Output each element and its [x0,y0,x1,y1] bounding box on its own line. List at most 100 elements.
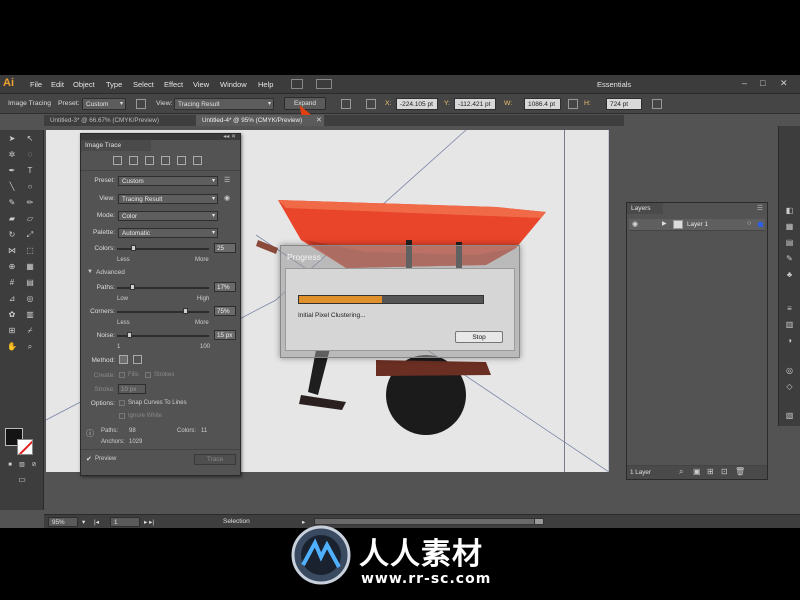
line-tool-icon[interactable]: ╲ [6,182,18,192]
stop-button[interactable]: Stop [455,331,503,343]
shape-builder-tool-icon[interactable]: ⊕ [6,262,18,272]
scrollbar-thumb[interactable] [534,518,544,525]
column-graph-tool-icon[interactable]: ▥ [24,310,36,320]
image-trace-panel-icon[interactable] [136,99,146,109]
colors-value-field[interactable]: 25 [214,243,236,253]
perspective-grid-tool-icon[interactable]: ▦ [24,262,36,272]
align-icon[interactable] [341,99,351,109]
scale-tool-icon[interactable]: ⤢ [24,230,36,240]
auto-color-preset-icon[interactable] [113,156,122,165]
tp-mode-select[interactable]: Color ▾ [118,211,218,221]
color-guide-icon[interactable]: ▦ [784,222,795,232]
status-mode-label[interactable]: Selection [223,518,250,525]
zoom-tool-icon[interactable]: ⌕ [24,342,36,352]
menu-object[interactable]: Object [73,80,95,89]
noise-value-field[interactable]: 15 px [214,330,236,340]
symbols-icon[interactable]: ♣ [784,270,795,280]
advanced-label[interactable]: Advanced [96,269,125,276]
brushes-icon[interactable]: ✎ [784,254,795,264]
color-mode-icon[interactable]: ■ [4,460,16,470]
zoom-dropdown-icon[interactable]: ▾ [82,518,85,526]
none-mode-icon[interactable]: ⊘ [28,460,40,470]
pencil-tool-icon[interactable]: ✏ [24,198,36,208]
preview-check-icon[interactable]: ✔ [86,455,92,463]
maximize-icon[interactable]: □ [760,78,765,88]
slice-tool-icon[interactable]: ⌿ [24,326,36,336]
layers-dock-icon[interactable]: ▧ [784,411,795,421]
clipping-mask-icon[interactable]: ▣ [693,467,701,476]
next-artboard-icon[interactable]: ▸ ▸| [144,518,154,526]
corners-slider-track[interactable] [117,311,209,313]
fills-checkbox[interactable] [119,372,125,378]
outline-preset-icon[interactable] [193,156,202,165]
transform-icon[interactable] [652,99,662,109]
noise-slider-thumb[interactable] [126,332,132,338]
view-select[interactable]: Tracing Result ▾ [174,98,274,110]
graphic-styles-icon[interactable]: ◇ [784,382,795,392]
minimize-icon[interactable]: – [742,78,747,88]
y-field[interactable]: -112.421 pt [454,98,496,110]
high-color-preset-icon[interactable] [129,156,138,165]
width-tool-icon[interactable]: ⋈ [6,246,18,256]
arrange-documents-icon[interactable] [316,79,332,89]
paths-slider-thumb[interactable] [129,284,135,290]
eraser-tool-icon[interactable]: ▱ [24,214,36,224]
appearance-icon[interactable]: ◎ [784,366,795,376]
expand-layer-icon[interactable]: ▶ [662,220,667,227]
symbol-sprayer-tool-icon[interactable]: ✿ [6,310,18,320]
visibility-eye-icon[interactable]: ◉ [632,220,638,228]
swatches-icon[interactable]: ▤ [784,238,795,248]
menu-type[interactable]: Type [106,80,122,89]
low-color-preset-icon[interactable] [145,156,154,165]
bridge-icon[interactable] [291,79,303,89]
artboard-tool-icon[interactable]: ⊞ [6,326,18,336]
colors-slider-thumb[interactable] [130,245,136,251]
advanced-toggle-icon[interactable]: ▼ [87,269,93,275]
paths-value-field[interactable]: 17% [214,282,236,292]
eye-icon[interactable]: ◉ [224,194,230,202]
pen-tool-icon[interactable]: ✒ [6,166,18,176]
preset-menu-icon[interactable]: ☰ [224,176,230,184]
magic-wand-tool-icon[interactable]: ✲ [6,150,18,160]
layer-row[interactable]: ◉ ▶ Layer 1 ○ [629,219,765,231]
color-panel-icon[interactable]: ◧ [784,206,795,216]
direct-selection-tool-icon[interactable]: ↖ [24,134,36,144]
gradient-panel-icon[interactable]: ▥ [784,320,795,330]
close-tab-icon[interactable]: ✕ [316,116,322,124]
height-field[interactable]: 724 pt [606,98,642,110]
ellipse-tool-icon[interactable]: ○ [24,182,36,192]
stroke-panel-icon[interactable]: ≡ [784,304,795,314]
free-transform-tool-icon[interactable]: ⬚ [24,246,36,256]
screen-mode-icon[interactable]: ▭ [16,475,28,485]
layers-title[interactable]: Layers [627,203,663,214]
strokes-checkbox[interactable] [145,372,151,378]
artboard-number-field[interactable]: 1 [110,517,140,527]
blend-tool-icon[interactable]: ◎ [24,294,36,304]
x-field[interactable]: -224.105 pt [396,98,438,110]
selection-tool-icon[interactable]: ➤ [6,134,18,144]
panel-menu-icon[interactable]: ☰ [757,204,763,212]
type-tool-icon[interactable]: T [24,166,36,176]
eyedropper-tool-icon[interactable]: ⊿ [6,294,18,304]
tp-preset-select[interactable]: Custom ▾ [118,176,218,186]
menu-file[interactable]: File [30,80,42,89]
preset-select[interactable]: Custom ▾ [82,98,126,110]
corners-value-field[interactable]: 75% [214,306,236,316]
mesh-tool-icon[interactable]: # [6,278,18,288]
snap-curves-checkbox[interactable] [119,400,125,406]
black-white-preset-icon[interactable] [177,156,186,165]
constrain-proportions-icon[interactable] [568,99,578,109]
overlapping-method-icon[interactable] [133,355,142,364]
abutting-method-icon[interactable] [119,355,128,364]
menu-effect[interactable]: Effect [164,80,183,89]
close-icon[interactable]: ✕ [780,78,788,89]
ignore-white-checkbox[interactable] [119,413,125,419]
tab-untitled-4[interactable]: Untitled-4* @ 95% (CMYK/Preview) [196,115,324,126]
trace-button[interactable]: Trace [194,454,236,465]
stroke-value-field[interactable]: 10 px [118,384,146,394]
grayscale-preset-icon[interactable] [161,156,170,165]
tp-palette-select[interactable]: Automatic ▾ [118,228,218,238]
menu-window[interactable]: Window [220,80,247,89]
delete-layer-icon[interactable]: 🗑 [735,467,745,476]
layer-name[interactable]: Layer 1 [687,221,708,228]
